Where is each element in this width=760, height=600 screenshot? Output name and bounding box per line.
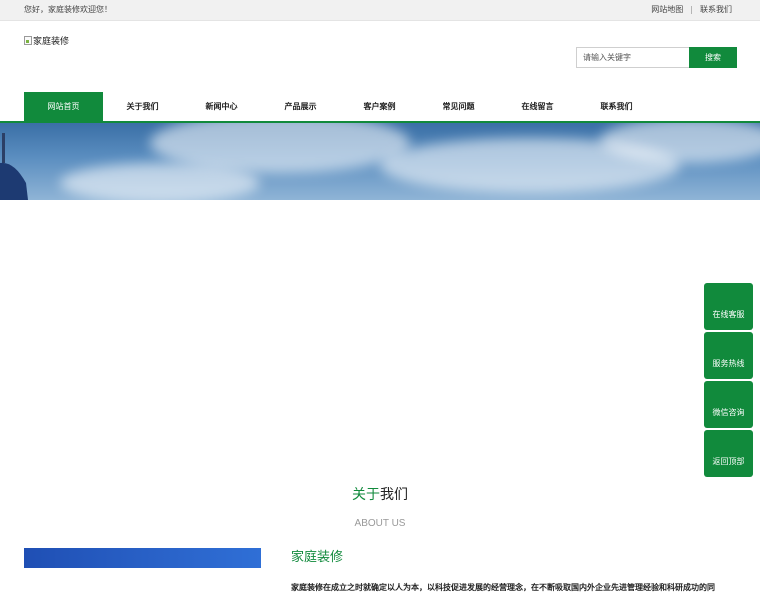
broken-image-icon xyxy=(24,35,32,45)
contact-link[interactable]: 联系我们 xyxy=(700,4,732,15)
search-box: 搜索 xyxy=(576,47,737,68)
service-hotline-button[interactable]: 服务热线 xyxy=(704,332,753,379)
main-nav: 网站首页 关于我们 新闻中心 产品展示 客户案例 常见问题 在线留言 联系我们 xyxy=(0,92,760,123)
about-image xyxy=(24,548,261,568)
back-to-top-button[interactable]: 返回顶部 xyxy=(704,430,753,477)
top-links-separator: | xyxy=(690,5,693,14)
nav-item-cases[interactable]: 客户案例 xyxy=(340,92,419,121)
company-description: 家庭装修在成立之时就确定以人为本，以科技促进发展的经营理念，在不断吸取国内外企业… xyxy=(291,583,715,592)
nav-item-faq[interactable]: 常见问题 xyxy=(419,92,498,121)
nav-item-message[interactable]: 在线留言 xyxy=(498,92,577,121)
wechat-consult-button[interactable]: 微信咨询 xyxy=(704,381,753,428)
banner-cloud xyxy=(60,163,260,200)
site-logo[interactable]: 家庭装修 xyxy=(24,33,69,47)
nav-item-contact[interactable]: 联系我们 xyxy=(577,92,656,121)
nav-item-about[interactable]: 关于我们 xyxy=(103,92,182,121)
nav-item-news[interactable]: 新闻中心 xyxy=(182,92,261,121)
hero-banner xyxy=(0,123,760,200)
about-section-title: 关于我们 xyxy=(0,484,760,504)
top-bar: 您好，家庭装修欢迎您！ 网站地图 | 联系我们 xyxy=(0,0,760,21)
about-title-green: 关于 xyxy=(352,487,380,503)
welcome-text: 您好，家庭装修欢迎您！ xyxy=(24,5,112,14)
top-links: 网站地图 | 联系我们 xyxy=(651,4,732,15)
tower-silhouette-icon xyxy=(0,133,28,200)
floating-sidebar: 在线客服 服务热线 微信咨询 返回顶部 xyxy=(704,283,753,479)
online-service-button[interactable]: 在线客服 xyxy=(704,283,753,330)
search-button[interactable]: 搜索 xyxy=(689,47,737,68)
company-name: 家庭装修 xyxy=(291,550,344,565)
sitemap-link[interactable]: 网站地图 xyxy=(651,4,683,15)
about-title-dark: 我们 xyxy=(380,487,408,503)
search-input[interactable] xyxy=(576,47,689,68)
nav-item-products[interactable]: 产品展示 xyxy=(261,92,340,121)
about-section-subtitle: ABOUT US xyxy=(354,518,406,529)
logo-alt-text: 家庭装修 xyxy=(33,36,70,47)
nav-item-home[interactable]: 网站首页 xyxy=(24,92,103,121)
